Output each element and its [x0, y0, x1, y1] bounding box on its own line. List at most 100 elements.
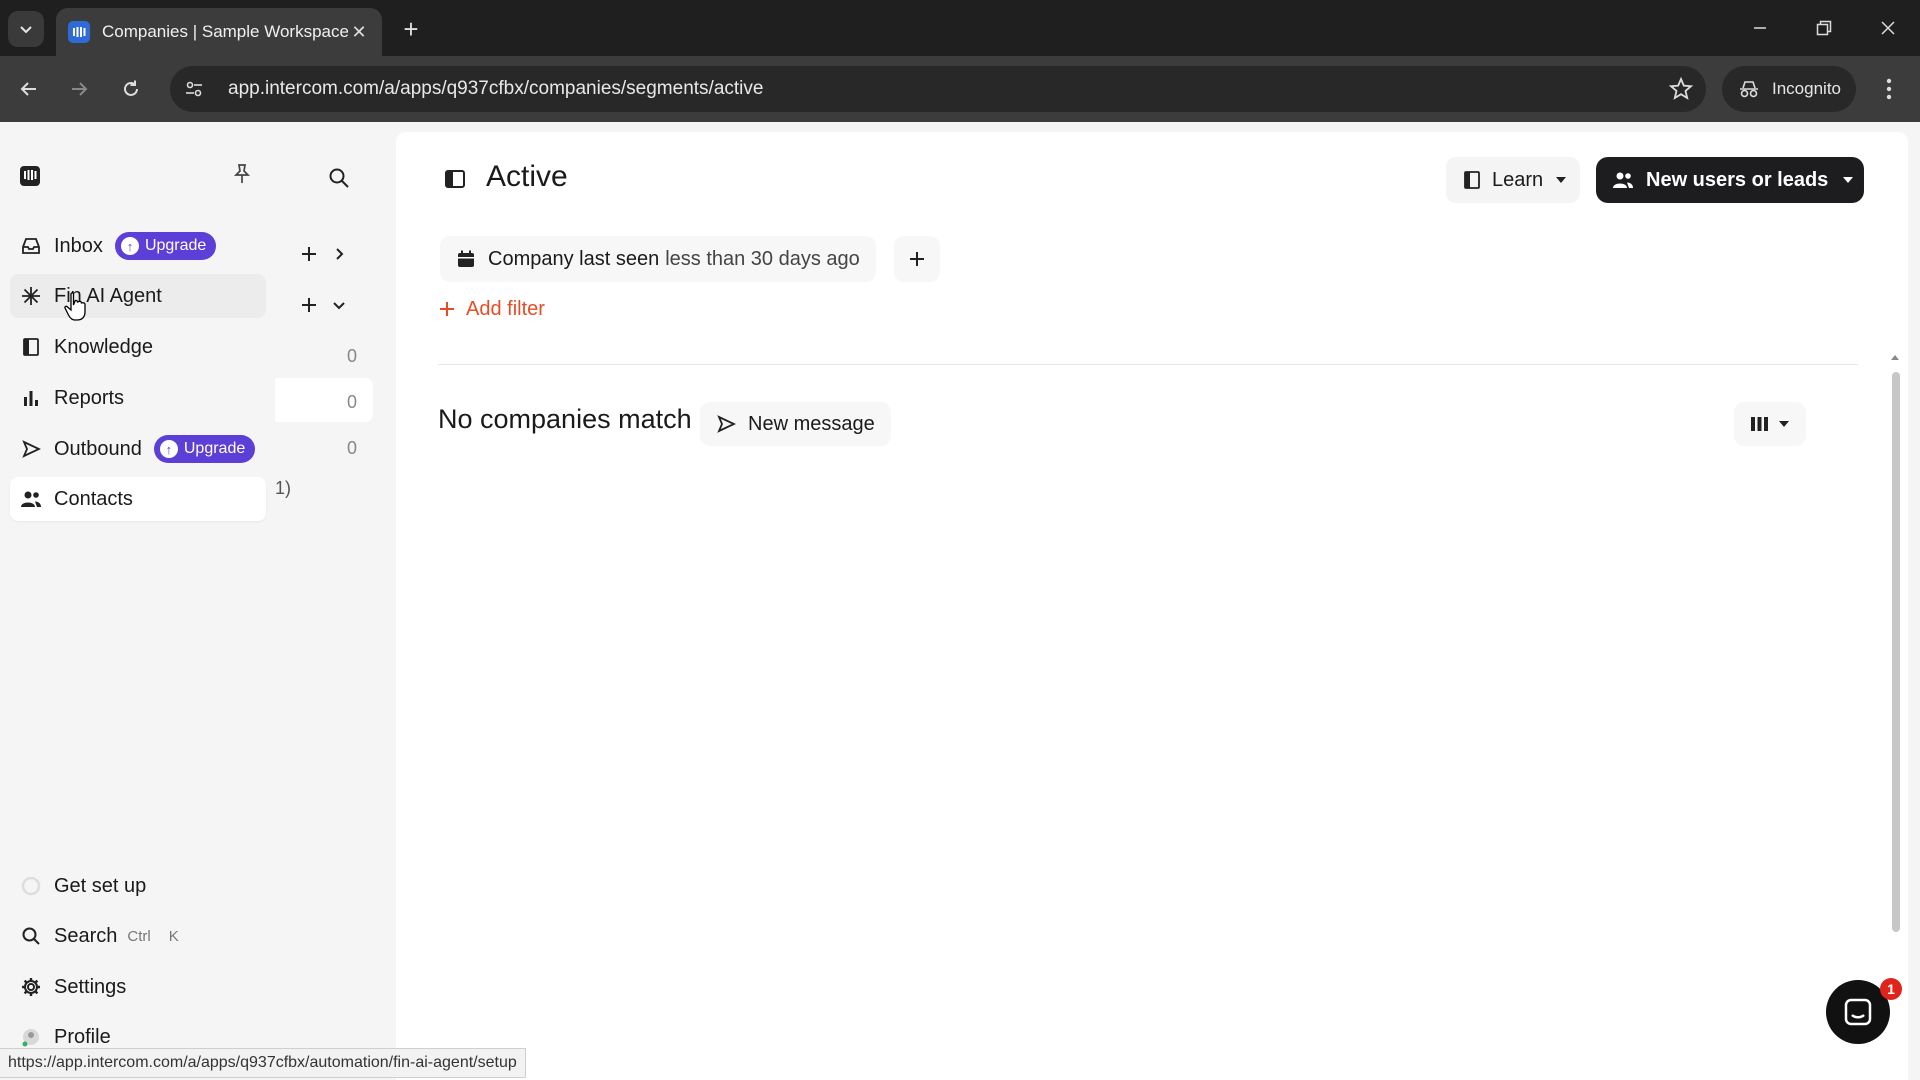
keyboard-shortcut-ctrl: Ctrl: [127, 927, 151, 945]
intercom-app: Inbox ↑ Upgrade Fin AI Agent Knowledge R…: [0, 122, 1920, 1080]
intercom-favicon-icon: [68, 21, 90, 43]
toggle-panel-icon[interactable]: [444, 168, 468, 192]
new-users-button-label: New users or leads: [1646, 168, 1829, 191]
sidebar-item-label: Knowledge: [54, 335, 153, 358]
add-condition-button[interactable]: [894, 236, 940, 282]
browser-address-bar: app.intercom.com/a/apps/q937cfbx/compani…: [0, 56, 1920, 122]
add-filter-button[interactable]: Add filter: [438, 292, 545, 326]
browser-menu-button[interactable]: [1874, 72, 1904, 106]
add-icon: [910, 252, 924, 266]
chevron-right-icon[interactable]: [325, 240, 353, 268]
bar-chart-icon: [20, 387, 42, 409]
messenger-unread-badge: 1: [1880, 978, 1902, 1000]
upgrade-badge[interactable]: ↑ Upgrade: [153, 435, 256, 463]
tab-close-icon[interactable]: ✕: [348, 21, 370, 43]
new-tab-button[interactable]: +: [396, 14, 426, 44]
close-icon: [1881, 21, 1895, 35]
chevron-down-icon[interactable]: [325, 291, 353, 319]
scroll-up-arrow-icon[interactable]: [1889, 352, 1901, 362]
url-omnibox[interactable]: app.intercom.com/a/apps/q937cfbx/compani…: [170, 66, 1706, 112]
bookmark-star-icon[interactable]: [1668, 76, 1694, 102]
sidebar-item-get-set-up[interactable]: Get set up: [10, 864, 266, 908]
segment-count: 0: [346, 438, 357, 458]
sidebar-item-label: Search: [54, 924, 118, 947]
sidebar-item-label: Outbound: [54, 437, 142, 460]
truncated-segment-label: 1): [275, 478, 292, 498]
search-icon[interactable]: [325, 164, 353, 192]
upgrade-badge-label: Upgrade: [183, 440, 246, 457]
add-icon: [440, 302, 454, 316]
reload-button[interactable]: [114, 72, 148, 106]
secondary-sidebar: 0 0 0 1): [275, 122, 385, 1080]
people-icon: [20, 488, 42, 510]
page-title: Active: [486, 160, 568, 193]
inbox-icon: [20, 235, 42, 257]
caret-down-icon: [1843, 177, 1854, 183]
new-message-button[interactable]: New message: [700, 402, 891, 446]
segment-count: 0: [346, 346, 357, 366]
incognito-icon: [1740, 81, 1758, 98]
intercom-logo-icon[interactable]: [18, 164, 44, 190]
minimize-window-button[interactable]: [1740, 12, 1780, 44]
sidebar-item-reports[interactable]: Reports: [10, 376, 266, 420]
send-icon: [717, 415, 736, 433]
sidebar-item-label: Settings: [54, 975, 127, 998]
tab-title: Companies | Sample Workspace: [102, 22, 348, 41]
new-users-or-leads-button[interactable]: New users or leads: [1596, 157, 1864, 203]
caret-down-icon: [1779, 421, 1789, 427]
mouse-cursor-icon: [64, 292, 86, 322]
tab-list-dropdown-button[interactable]: [8, 11, 44, 47]
filter-chip-company-last-seen[interactable]: Company last seen less than 30 days ago: [440, 236, 876, 282]
learn-button[interactable]: Learn: [1446, 157, 1580, 203]
gear-icon: [20, 976, 42, 998]
pin-icon[interactable]: [230, 162, 256, 188]
upgrade-arrow-icon: ↑: [120, 237, 139, 255]
incognito-indicator[interactable]: Incognito: [1722, 66, 1856, 112]
sidebar-item-contacts[interactable]: Contacts: [10, 477, 266, 521]
sidebar-item-outbound[interactable]: Outbound ↑ Upgrade: [10, 427, 266, 471]
calendar-icon: [458, 250, 474, 267]
add-icon[interactable]: [295, 291, 323, 319]
sidebar-item-inbox[interactable]: Inbox ↑ Upgrade: [10, 224, 266, 268]
progress-ring-icon: [20, 875, 42, 897]
sidebar-item-knowledge[interactable]: Knowledge: [10, 325, 266, 369]
sidebar-item-settings[interactable]: Settings: [10, 965, 266, 1009]
search-icon: [20, 925, 42, 947]
close-window-button[interactable]: [1868, 12, 1908, 44]
link-hover-status-url: https://app.intercom.com/a/apps/q937cfbx…: [0, 1048, 526, 1078]
browser-tab-active[interactable]: Companies | Sample Workspace ✕: [56, 8, 382, 56]
forward-button[interactable]: [62, 72, 96, 106]
add-icon[interactable]: [295, 240, 323, 268]
scrollbar-thumb[interactable]: [1892, 372, 1900, 932]
columns-toggle-button[interactable]: [1734, 402, 1806, 446]
primary-sidebar: Inbox ↑ Upgrade Fin AI Agent Knowledge R…: [0, 122, 275, 1080]
upgrade-badge-label: Upgrade: [144, 237, 207, 254]
add-filter-label: Add filter: [466, 297, 545, 320]
filter-field: Company last seen: [488, 247, 660, 270]
chevron-down-icon: [20, 26, 32, 34]
segment-row-active[interactable]: [275, 378, 373, 422]
browser-tab-bar: Companies | Sample Workspace ✕ +: [0, 0, 1920, 56]
vertical-scrollbar[interactable]: [1889, 352, 1901, 1072]
incognito-label: Incognito: [1772, 79, 1841, 98]
sidebar-item-label: Reports: [54, 386, 125, 409]
book-icon: [1464, 171, 1480, 189]
site-settings-icon[interactable]: [184, 79, 204, 99]
sidebar-item-label: Get set up: [54, 874, 147, 897]
restore-window-button[interactable]: [1804, 12, 1844, 44]
reload-icon: [124, 80, 138, 96]
main-panel: Active Learn New users or leads Company …: [396, 132, 1908, 1080]
caret-down-icon: [1556, 177, 1567, 183]
learn-button-label: Learn: [1492, 168, 1544, 191]
columns-icon: [1751, 417, 1768, 431]
back-button[interactable]: [12, 72, 46, 106]
upgrade-badge[interactable]: ↑ Upgrade: [114, 232, 217, 260]
sidebar-item-search[interactable]: Search Ctrl K: [10, 914, 266, 958]
sidebar-item-fin-ai-agent[interactable]: Fin AI Agent: [10, 274, 266, 318]
arrow-left-icon: [20, 82, 36, 96]
sidebar-item-label: Profile: [54, 1025, 111, 1048]
minimize-icon: [1754, 27, 1766, 29]
arrow-right-icon: [72, 82, 88, 96]
empty-state-text: No companies match: [438, 404, 692, 434]
book-icon: [20, 336, 42, 358]
